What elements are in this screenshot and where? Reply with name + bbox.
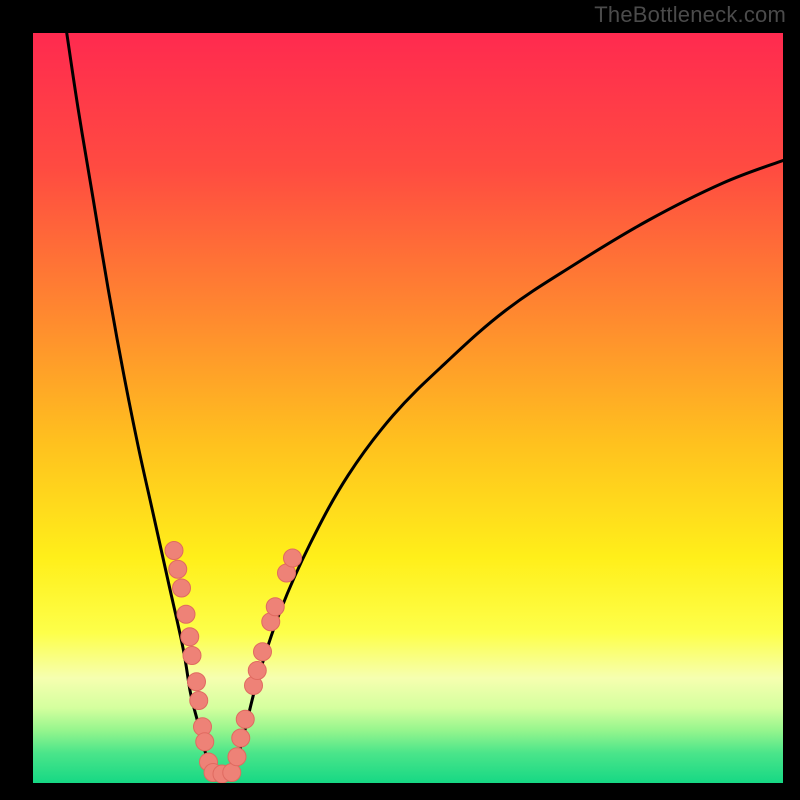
highlight-dot: [190, 692, 208, 710]
highlight-dot: [232, 729, 250, 747]
highlight-dot: [266, 598, 284, 616]
highlight-dot: [177, 605, 195, 623]
highlight-dot: [169, 560, 187, 578]
chart-svg: [33, 33, 783, 783]
highlight-dot: [284, 549, 302, 567]
chart-frame: TheBottleneck.com: [0, 0, 800, 800]
highlight-dot: [165, 542, 183, 560]
highlight-dot: [248, 662, 266, 680]
curve-right-branch: [233, 161, 783, 775]
highlight-dot: [183, 647, 201, 665]
highlight-dot: [173, 579, 191, 597]
highlight-dot: [228, 748, 246, 766]
highlight-dot: [181, 628, 199, 646]
highlight-dot: [188, 673, 206, 691]
highlight-dot: [223, 764, 241, 782]
watermark-text: TheBottleneck.com: [594, 2, 786, 28]
plot-area: [33, 33, 783, 783]
highlight-dot: [196, 733, 214, 751]
highlight-dot: [254, 643, 272, 661]
highlight-dot: [236, 710, 254, 728]
